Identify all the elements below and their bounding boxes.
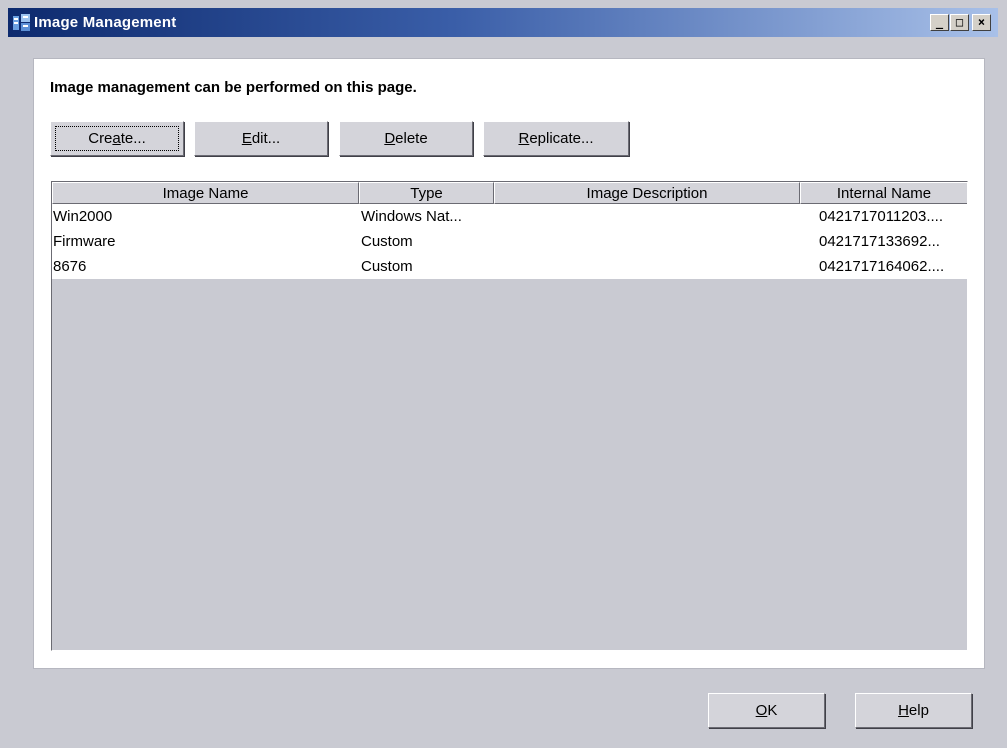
focus-rectangle xyxy=(55,126,179,151)
ok-button[interactable]: OK xyxy=(708,693,825,728)
cell-image-name: Win2000 xyxy=(53,208,113,225)
cell-image-description xyxy=(496,229,798,254)
table-header: Image Name Type Image Description Intern… xyxy=(52,182,967,204)
close-button[interactable]: × xyxy=(972,14,991,31)
cell-image-description xyxy=(496,204,798,229)
minimize-button[interactable]: _ xyxy=(930,14,949,31)
replicate-button[interactable]: Replicate... xyxy=(483,121,629,156)
minimize-icon: _ xyxy=(935,15,944,29)
cell-internal-name: 0421717011203.... xyxy=(819,208,944,225)
delete-button[interactable]: Delete xyxy=(339,121,473,156)
column-header-type[interactable]: Type xyxy=(359,182,494,204)
cell-type: Custom xyxy=(361,258,413,275)
cell-internal-name: 0421717133692... xyxy=(819,233,940,250)
image-management-window: Image Management _ □ × Image management … xyxy=(0,0,1007,748)
cell-type: Windows Nat... xyxy=(361,208,462,225)
column-header-internal-name[interactable]: Internal Name xyxy=(800,182,967,204)
page-description: Image management can be performed on thi… xyxy=(50,79,417,96)
cell-internal-name: 0421717164062.... xyxy=(819,258,945,275)
ok-button-label: OK xyxy=(755,702,778,719)
edit-button-label: Edit... xyxy=(241,130,281,147)
cell-image-description xyxy=(496,254,798,279)
help-button[interactable]: Help xyxy=(855,693,972,728)
edit-button[interactable]: Edit... xyxy=(194,121,328,156)
cell-image-name: Firmware xyxy=(53,233,116,250)
content-panel: Image management can be performed on thi… xyxy=(33,58,985,669)
maximize-icon: □ xyxy=(955,15,964,29)
column-header-image-name[interactable]: Image Name xyxy=(52,182,359,204)
table-row[interactable]: Win2000 Windows Nat... 0421717011203.... xyxy=(52,204,967,229)
table-body: Win2000 Windows Nat... 0421717011203....… xyxy=(52,204,967,279)
maximize-button[interactable]: □ xyxy=(950,14,969,31)
table-row[interactable]: 8676 Custom 0421717164062.... xyxy=(52,254,967,279)
close-icon: × xyxy=(977,15,986,29)
app-icon xyxy=(13,14,30,31)
image-table[interactable]: Image Name Type Image Description Intern… xyxy=(51,181,968,651)
title-bar[interactable]: Image Management _ □ × xyxy=(8,8,998,37)
help-button-label: Help xyxy=(898,702,929,719)
create-button[interactable]: Create... xyxy=(50,121,184,156)
table-row[interactable]: Firmware Custom 0421717133692... xyxy=(52,229,967,254)
delete-button-label: Delete xyxy=(384,130,428,147)
cell-image-name: 8676 xyxy=(53,258,87,275)
replicate-button-label: Replicate... xyxy=(518,130,594,147)
column-header-image-description[interactable]: Image Description xyxy=(494,182,800,204)
window-title: Image Management xyxy=(34,14,177,31)
cell-type: Custom xyxy=(361,233,413,250)
